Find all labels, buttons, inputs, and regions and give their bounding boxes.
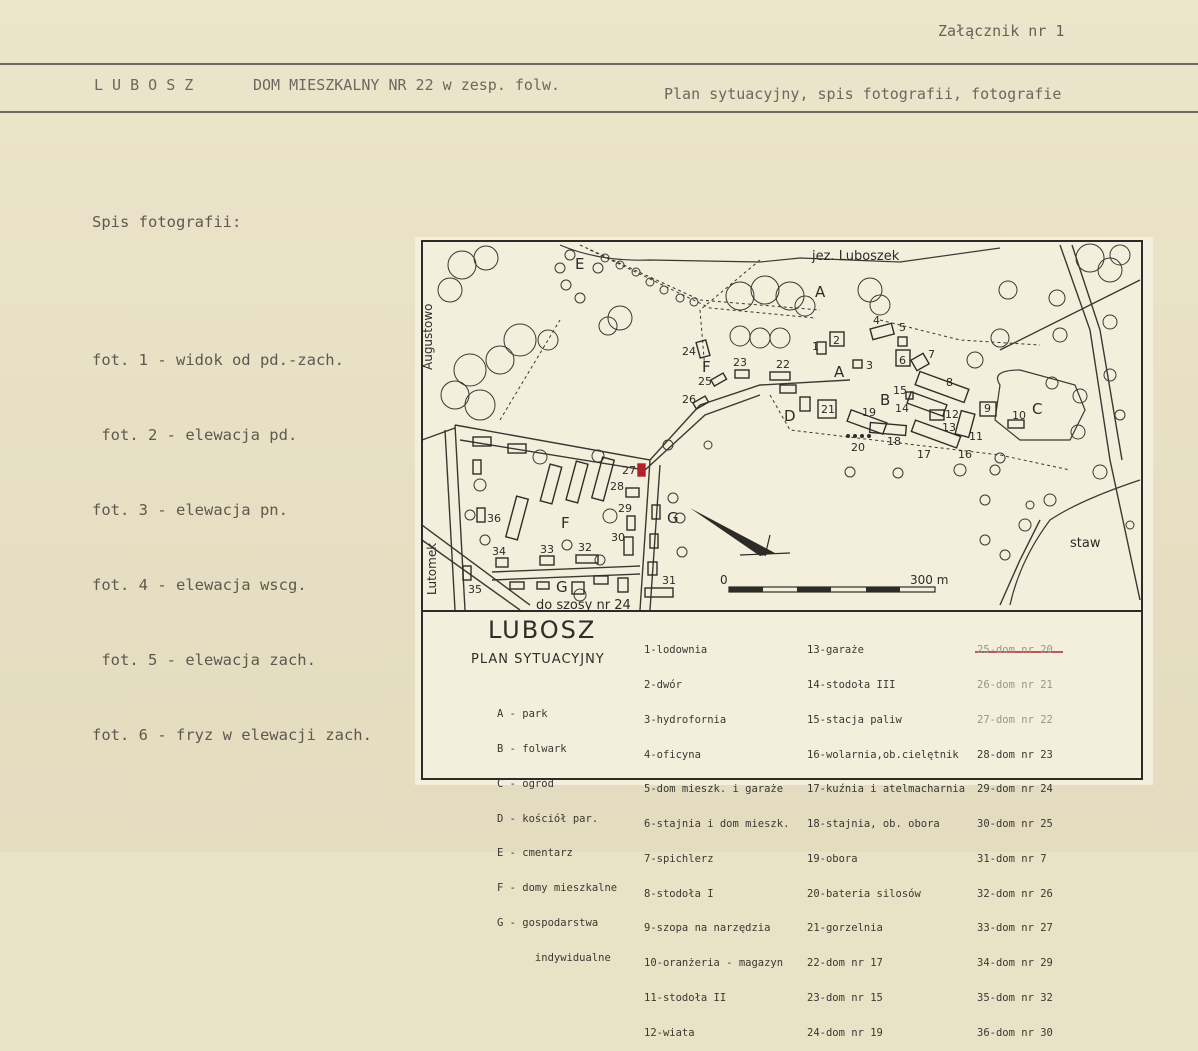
legend-col1: 1-lodownia 2-dwór 3-hydrofornia 4-oficyn… (644, 622, 789, 1051)
legend-letter-item: G - gospodarstwa (497, 916, 599, 929)
legend-item: 21-gorzelnia (807, 922, 883, 935)
legend-item: 31-dom nr 7 (977, 852, 1047, 865)
legend-item-highlighted: 27-dom nr 22 (977, 713, 1053, 726)
legend-item: 3-hydrofornia (644, 713, 727, 726)
legend-letter-item: A - park (497, 708, 548, 721)
legend-item: 25-dom nr 20 (977, 644, 1053, 657)
legend-item: 10-oranżeria - magazyn (644, 957, 784, 970)
legend-item: 36-dom nr 30 (977, 1026, 1053, 1039)
legend-item: 24-dom nr 19 (807, 1026, 883, 1039)
legend-item: 9-szopa na narzędzia (644, 922, 771, 935)
legend-item: 17-kuźnia i atelmacharnia (807, 783, 966, 796)
legend-item: 32-dom nr 26 (977, 887, 1053, 900)
legend-item: 18-stajnia, ob. obora (807, 818, 940, 831)
legend-col3: 25-dom nr 20 26-dom nr 21 27-dom nr 22 2… (977, 622, 1053, 1051)
legend-item: 5-dom mieszk. i garaże (644, 783, 784, 796)
legend-item: 26-dom nr 21 (977, 678, 1053, 691)
legend-item: 6-stajnia i dom mieszk. (644, 818, 790, 831)
legend-item: 16-wolarnia,ob.cielętnik (807, 748, 959, 761)
legend-letter-item: C - ogród (497, 777, 554, 790)
legend-letter-item: E - cmentarz (497, 847, 573, 860)
legend-item: 20-bateria silosów (807, 887, 921, 900)
legend-item: 30-dom nr 25 (977, 818, 1053, 831)
legend-item: 13-garaże (807, 644, 864, 657)
legend-item: 2-dwór (644, 678, 682, 691)
legend-letter-item: F - domy mieszkalne (497, 882, 618, 895)
legend-item: 33-dom nr 27 (977, 922, 1053, 935)
legend-letter-item: B - folwark (497, 742, 567, 755)
legend-item: 35-dom nr 32 (977, 992, 1053, 1004)
legend-item: 7-spichlerz (644, 852, 714, 865)
legend-item: 14-stodoła III (807, 678, 896, 691)
legend-item: 23-dom nr 15 (807, 992, 883, 1004)
legend-letter-item: indywidualne (497, 951, 611, 964)
legend-item: 1-lodownia (644, 644, 708, 657)
legend-item: 34-dom nr 29 (977, 957, 1053, 970)
legend-letters: A - park B - folwark C - ogród D - kości… (497, 686, 617, 976)
legend-item: 11-stodoła II (644, 992, 727, 1004)
legend-item: 4-oficyna (644, 748, 701, 761)
legend-item: 15-stacja paliw (807, 713, 902, 726)
legend-item: 22-dom nr 17 (807, 957, 883, 970)
legend-col2: 13-garaże 14-stodoła III 15-stacja paliw… (807, 622, 965, 1051)
legend-item: 12-wiata (644, 1026, 695, 1039)
legend-letter-item: D - kościół par. (497, 812, 599, 825)
legend-item: 28-dom nr 23 (977, 748, 1053, 761)
legend-title: LUBOSZ (488, 616, 597, 644)
legend-item: 29-dom nr 24 (977, 783, 1053, 796)
legend-item: 8-stodoła I (644, 887, 714, 900)
legend-subtitle: PLAN SYTUACYJNY (471, 652, 605, 667)
legend-item: 19-obora (807, 852, 858, 865)
